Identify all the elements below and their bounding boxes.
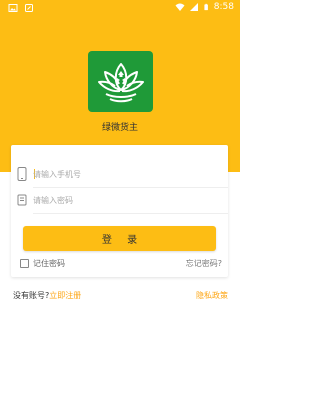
status-bar: 8:58 [0, 0, 240, 16]
footer: 没有账号?立即注册 隐私政策 [13, 290, 228, 302]
forgot-password-link[interactable]: 忘记密码? [186, 258, 222, 269]
signal-icon [189, 3, 198, 11]
divider [33, 213, 228, 214]
phone-field-row [11, 160, 228, 188]
no-account-text: 没有账号?立即注册 [13, 290, 81, 301]
remember-password[interactable]: 记住密码 [20, 258, 65, 269]
password-icon [17, 194, 27, 206]
password-field-row [11, 186, 228, 214]
status-time: 8:58 [213, 2, 234, 12]
lotus-recycle-logo [97, 62, 144, 102]
privacy-policy-link[interactable]: 隐私政策 [196, 290, 228, 301]
remember-label: 记住密码 [33, 259, 65, 268]
app-name: 绿微货主 [101, 123, 138, 133]
battery-icon [204, 3, 208, 11]
phone-icon [17, 167, 27, 181]
image-icon [8, 4, 18, 12]
app-logo [88, 51, 153, 112]
remember-checkbox[interactable] [20, 259, 29, 268]
phone-input[interactable] [33, 165, 218, 183]
wifi-icon [175, 3, 185, 11]
login-button[interactable]: 登 录 [23, 226, 216, 251]
password-input[interactable] [33, 191, 218, 209]
android-icon [25, 4, 33, 12]
login-card: 登 录 记住密码 忘记密码? [11, 145, 228, 277]
register-link[interactable]: 立即注册 [49, 291, 81, 300]
no-account-label: 没有账号? [13, 291, 50, 300]
